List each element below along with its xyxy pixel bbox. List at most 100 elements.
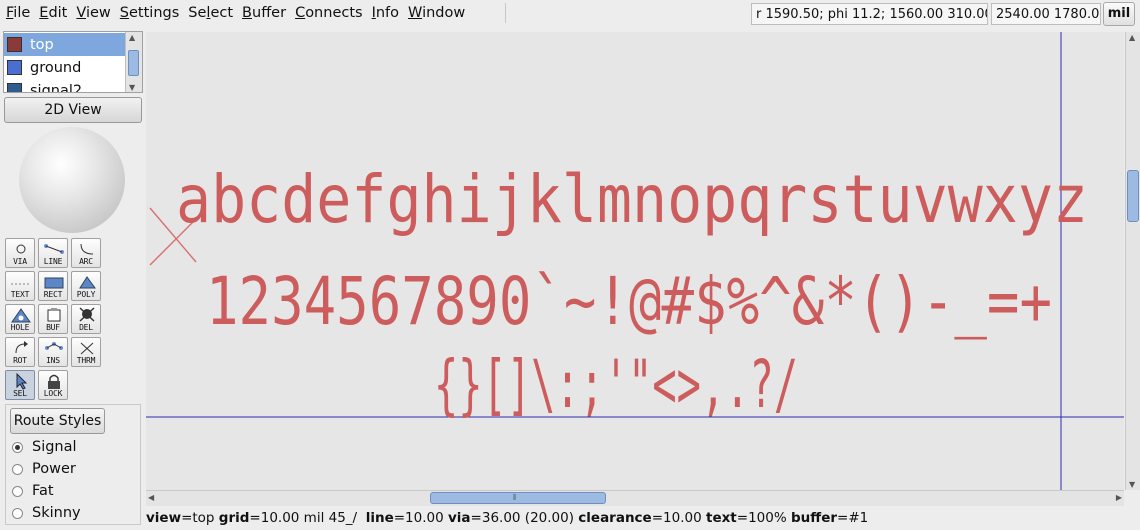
delete-icon: [79, 307, 95, 322]
position-readout: 2540.00 1780.00: [991, 3, 1101, 25]
del-tool-button[interactable]: DEL: [71, 304, 101, 334]
status-grid: 10.00 mil: [260, 510, 325, 526]
route-style-skinny[interactable]: Skinny: [12, 505, 81, 521]
thermal-icon: [80, 342, 94, 355]
insert-icon: [45, 342, 63, 350]
tool-label: LOCK: [43, 389, 63, 398]
rotate-icon: [15, 341, 28, 354]
hole-icon: [11, 308, 31, 323]
status-clearance: 10.00: [663, 510, 702, 526]
canvas-drawing: abcdefghijklmnopqrstuvwxyz 1234567890`~!@…: [146, 32, 1124, 490]
layer-color-swatch[interactable]: [7, 83, 22, 92]
route-styles-button[interactable]: Route Styles: [10, 408, 105, 434]
line-tool-button[interactable]: LINE: [38, 238, 68, 268]
status-view: top: [192, 510, 215, 526]
status-line: 10.00: [405, 510, 444, 526]
unit-toggle-button[interactable]: mil: [1103, 2, 1135, 26]
cursor-readout: r 1590.50; phi 11.2; 1560.00 310.00: [751, 3, 988, 25]
route-style-power[interactable]: Power: [12, 461, 76, 477]
layer-item-ground[interactable]: ground: [4, 56, 126, 79]
lock-tool-button[interactable]: LOCK: [38, 370, 68, 400]
poly-tool-button[interactable]: POLY: [71, 271, 101, 301]
buffer-icon: [47, 308, 61, 322]
menu-bar: File Edit View Settings Select Buffer Connects…: [0, 0, 1140, 27]
arc-tool-button[interactable]: ARC: [71, 238, 101, 268]
radio-button[interactable]: [12, 441, 23, 453]
layer-item-signal2[interactable]: signal2: [4, 79, 126, 92]
status-via: 36.00 (20.00): [481, 510, 574, 526]
canvas-horizontal-scrollbar[interactable]: ◀ ⦀ ▶: [146, 490, 1124, 506]
menu-item[interactable]: Info: [368, 0, 403, 26]
menu-item[interactable]: File: [2, 0, 34, 26]
canvas-text-line[interactable]: 1234567890`~!@#$%^&*()-_=+: [206, 263, 1052, 340]
tool-label: DEL: [79, 323, 93, 332]
radio-button[interactable]: [12, 507, 23, 519]
layer-label: ground: [30, 59, 82, 76]
main-menu: File Edit View Settings Select Buffer Connects…: [2, 0, 470, 26]
tool-label: POLY: [76, 290, 96, 299]
tool-label: HOLE: [10, 323, 30, 332]
canvas-text-line[interactable]: abcdefghijklmnopqrstuvwxyz: [176, 161, 1088, 238]
status-buffer: #1: [848, 510, 869, 526]
scroll-up-icon[interactable]: ▲: [129, 33, 135, 42]
tool-label: ROT: [13, 356, 27, 365]
route-style-signal[interactable]: Signal: [12, 439, 77, 455]
scroll-down-icon[interactable]: ▼: [129, 83, 135, 92]
buf-tool-button[interactable]: BUF: [38, 304, 68, 334]
rect-icon: [44, 277, 64, 289]
menu-separator: [505, 3, 506, 23]
tool-label: ARC: [79, 257, 93, 266]
select-icon: [16, 373, 28, 390]
menu-item[interactable]: Connects: [291, 0, 367, 26]
layer-list-scroll-thumb[interactable]: [128, 50, 139, 76]
canvas-vertical-scrollbar[interactable]: ▲ ▼: [1125, 32, 1140, 490]
via-tool-button[interactable]: VIA: [5, 238, 35, 268]
view-rotation-sphere[interactable]: [19, 127, 125, 233]
layer-list-scrollbar[interactable]: ▲ ▼: [125, 32, 142, 92]
status-text-scale: 100%: [748, 510, 787, 526]
scroll-grip-icon: ⦀: [513, 493, 517, 502]
tool-label: SEL: [13, 389, 27, 398]
tool-label: TEXT: [10, 290, 30, 299]
route-style-fat[interactable]: Fat: [12, 483, 54, 499]
menu-item[interactable]: View: [72, 0, 114, 26]
rect-tool-button[interactable]: RECT: [38, 271, 68, 301]
tool-label: INS: [46, 356, 60, 365]
sel-tool-button[interactable]: SEL: [5, 370, 35, 400]
thrm-tool-button[interactable]: THRM: [71, 337, 101, 367]
horizontal-scroll-thumb[interactable]: ⦀: [430, 492, 606, 504]
scroll-left-icon[interactable]: ◀: [148, 493, 154, 502]
scroll-right-icon[interactable]: ▶: [1116, 493, 1122, 502]
menu-item[interactable]: Select: [184, 0, 237, 26]
route-styles-panel: Route Styles Signal Power Fat Skinny: [5, 404, 141, 525]
arc-icon: [80, 243, 94, 255]
radio-button[interactable]: [12, 463, 23, 475]
scroll-up-icon[interactable]: ▲: [1129, 33, 1135, 42]
layer-label: top: [30, 36, 54, 53]
radio-label: Skinny: [32, 505, 81, 521]
menu-item[interactable]: Window: [404, 0, 469, 26]
menu-item[interactable]: Settings: [116, 0, 184, 26]
layer-item-top[interactable]: top: [4, 33, 126, 56]
rot-tool-button[interactable]: ROT: [5, 337, 35, 367]
ins-tool-button[interactable]: INS: [38, 337, 68, 367]
hole-tool-button[interactable]: HOLE: [5, 304, 35, 334]
layer-color-swatch[interactable]: [7, 60, 22, 75]
tool-label: THRM: [76, 356, 96, 365]
menu-item[interactable]: Buffer: [238, 0, 290, 26]
text-tool-button[interactable]: TEXT: [5, 271, 35, 301]
pcb-canvas[interactable]: abcdefghijklmnopqrstuvwxyz 1234567890`~!@…: [146, 32, 1124, 490]
2d-view-button[interactable]: 2D View: [4, 97, 142, 123]
scroll-down-icon[interactable]: ▼: [1129, 480, 1135, 489]
vertical-scroll-thumb[interactable]: [1127, 170, 1139, 222]
radio-button[interactable]: [12, 485, 23, 497]
lock-icon: [48, 374, 60, 389]
tool-label: RECT: [43, 290, 63, 299]
layer-color-swatch[interactable]: [7, 37, 22, 52]
canvas-text-line[interactable]: {}[]\:;'"<>,.?/: [434, 346, 798, 423]
radio-label: Signal: [32, 439, 77, 455]
radio-label: Power: [32, 461, 76, 477]
tool-label: BUF: [46, 323, 60, 332]
layer-list[interactable]: signal2 ground top ▲ ▼: [3, 31, 143, 93]
menu-item[interactable]: Edit: [35, 0, 71, 26]
